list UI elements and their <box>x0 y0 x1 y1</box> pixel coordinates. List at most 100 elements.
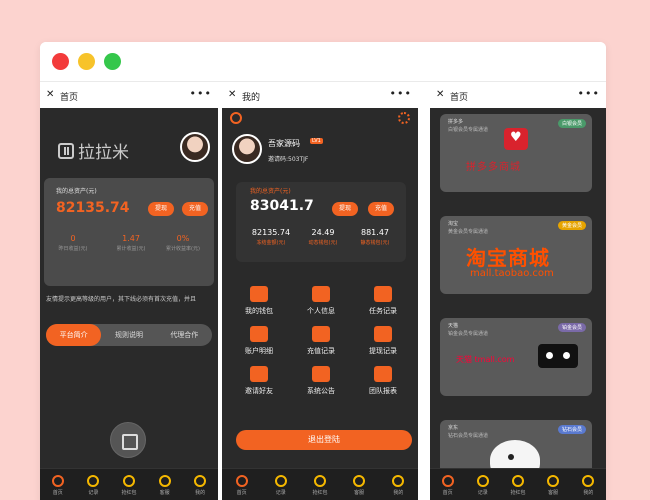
tabbar-grab[interactable]: 抢红包 <box>305 475 335 496</box>
nav-title: 首页 <box>60 93 79 103</box>
floating-image-button[interactable] <box>110 422 146 458</box>
gift-icon <box>250 366 268 382</box>
username: 吾家源码 <box>268 139 300 148</box>
clock-icon <box>274 475 287 487</box>
tabbar-mine[interactable]: 我的 <box>185 475 215 496</box>
bill-icon <box>250 326 268 342</box>
tabbar-grab[interactable]: 抢红包 <box>503 475 533 496</box>
chat-icon <box>353 475 366 487</box>
close-icon[interactable]: ✕ <box>228 89 236 100</box>
message-icon[interactable] <box>230 112 242 124</box>
chat-icon <box>547 475 560 487</box>
recharge-button[interactable]: 充值 <box>182 202 209 216</box>
stat-dynamic-wallet: 24.49 动态钱包(元) <box>308 228 338 246</box>
tabbar-mine[interactable]: 我的 <box>383 475 413 496</box>
tabbar-service[interactable]: 客服 <box>538 475 568 496</box>
close-icon[interactable]: ✕ <box>436 89 444 100</box>
tabbar-grab[interactable]: 抢红包 <box>114 475 144 496</box>
clock-icon <box>87 475 100 487</box>
grid-item-invite[interactable]: 邀请好友 <box>228 366 290 396</box>
recharge-button[interactable]: 充值 <box>368 202 395 216</box>
user-icon <box>392 475 405 487</box>
gift-icon <box>511 475 524 487</box>
close-window-button[interactable] <box>52 53 69 70</box>
gift-icon <box>313 475 326 487</box>
clock-icon <box>476 475 489 487</box>
grid-item-wallet[interactable]: 我的钱包 <box>228 286 290 316</box>
tabbar-home[interactable]: 首页 <box>433 475 463 496</box>
grid-item-team[interactable]: 团队报表 <box>352 366 414 396</box>
withdraw-button[interactable]: 提现 <box>332 202 359 216</box>
stat-income-rate: 0% 累计收益率(元) <box>166 234 200 252</box>
tabbar-home[interactable]: 首页 <box>43 475 73 496</box>
stat-yesterday: 0 昨日收益(元) <box>58 234 88 252</box>
tabbar-records[interactable]: 记录 <box>78 475 108 496</box>
wallet-icon <box>250 286 268 302</box>
bottom-tabbar: 首页 记录 抢红包 客服 我的 <box>40 468 218 500</box>
chat-icon <box>158 475 171 487</box>
channel-card-pinduoduo[interactable]: 拼多多 白银会员专属通道 白银会员 拼多多商城 <box>440 114 592 192</box>
invite-code: 邀请码:503TJF <box>268 156 309 163</box>
stat-total-income: 1.47 累计收益(元) <box>116 234 146 252</box>
channel-card-tmall[interactable]: 天猫 铂金会员专属通道 铂金会员 天猫 tmall.com <box>440 318 592 396</box>
grid-item-account[interactable]: 账户明细 <box>228 326 290 356</box>
window-titlebar <box>40 42 606 82</box>
more-icon[interactable]: ••• <box>578 87 600 100</box>
tabbar-records[interactable]: 记录 <box>266 475 296 496</box>
nav-bar: ✕ 首页 ••• <box>430 84 606 108</box>
profile-screen: ✕ 我的 ••• 吾家源码 LV1 邀请码:503TJF 我的总资产(元) 83… <box>222 84 418 500</box>
bottom-tabbar: 首页 记录 抢红包 客服 我的 <box>430 468 606 500</box>
home-icon <box>441 475 454 487</box>
tabbar-service[interactable]: 客服 <box>344 475 374 496</box>
channel-card-taobao[interactable]: 淘宝 黄金会员专属通道 黄金会员 淘宝商城 mall.taobao.com <box>440 216 592 294</box>
tabbar-home[interactable]: 首页 <box>227 475 257 496</box>
assets-card: 我的总资产(元) 83041.7 提现 充值 82135.74 冻结金额(元) … <box>236 182 406 262</box>
minimize-window-button[interactable] <box>78 53 95 70</box>
tab-platform-intro[interactable]: 平台简介 <box>46 324 102 346</box>
bottom-tabbar: 首页 记录 抢红包 客服 我的 <box>222 468 418 500</box>
pinduoduo-logo-icon <box>504 128 528 150</box>
more-icon[interactable]: ••• <box>390 87 412 100</box>
tmall-cat-icon <box>538 344 578 368</box>
grid-item-tasks[interactable]: 任务记录 <box>352 286 414 316</box>
brand-text: 淘宝商城 <box>466 246 550 270</box>
browser-window: ✕ 首页 ••• 拉拉米 我的总资产(元) 82135.74 提现 充值 0 昨… <box>40 42 606 500</box>
home-icon <box>235 475 248 487</box>
grid-item-notice[interactable]: 系统公告 <box>290 366 352 396</box>
grid-icon <box>374 366 392 382</box>
app-logo: 拉拉米 <box>58 138 129 163</box>
assets-card: 我的总资产(元) 82135.74 提现 充值 0 昨日收益(元) 1.47 累… <box>44 178 214 286</box>
logo-icon <box>58 142 74 159</box>
grid-item-profile[interactable]: 个人信息 <box>290 286 352 316</box>
stat-frozen: 82135.74 冻结金额(元) <box>251 228 291 246</box>
grid-item-withdraw[interactable]: 提现记录 <box>352 326 414 356</box>
maximize-window-button[interactable] <box>104 53 121 70</box>
notice-text: 友情提示更高等级的用户，其下线必须有首次充值，并且 <box>46 296 197 303</box>
segment-tabs: 平台简介 规则说明 代理合作 <box>46 324 212 346</box>
purse-icon <box>374 326 392 342</box>
close-icon[interactable]: ✕ <box>46 89 54 100</box>
logout-button[interactable]: 退出登陆 <box>236 430 412 450</box>
nav-bar: ✕ 首页 ••• <box>40 84 218 108</box>
badge-silver: 白银会员 <box>557 119 586 128</box>
card-icon <box>312 326 330 342</box>
more-icon[interactable]: ••• <box>190 87 212 100</box>
tab-agent[interactable]: 代理合作 <box>157 324 212 346</box>
gear-icon[interactable] <box>398 112 410 124</box>
assets-label: 我的总资产(元) <box>56 188 97 195</box>
feature-grid: 我的钱包 个人信息 任务记录 账户明细 充值记录 提现记录 邀请好友 系统公告 … <box>228 286 414 396</box>
assets-value: 82135.74 <box>56 200 130 216</box>
id-card-icon <box>312 286 330 302</box>
withdraw-button[interactable]: 提现 <box>148 202 175 216</box>
chat-icon <box>312 366 330 382</box>
gift-icon <box>122 475 135 487</box>
tab-rules[interactable]: 规则说明 <box>101 324 156 346</box>
home-icon <box>51 475 64 487</box>
avatar[interactable] <box>232 134 262 164</box>
tabbar-service[interactable]: 客服 <box>150 475 180 496</box>
grid-item-recharge[interactable]: 充值记录 <box>290 326 352 356</box>
user-icon <box>194 475 207 487</box>
tabbar-mine[interactable]: 我的 <box>573 475 603 496</box>
avatar[interactable] <box>180 132 210 162</box>
tabbar-records[interactable]: 记录 <box>468 475 498 496</box>
